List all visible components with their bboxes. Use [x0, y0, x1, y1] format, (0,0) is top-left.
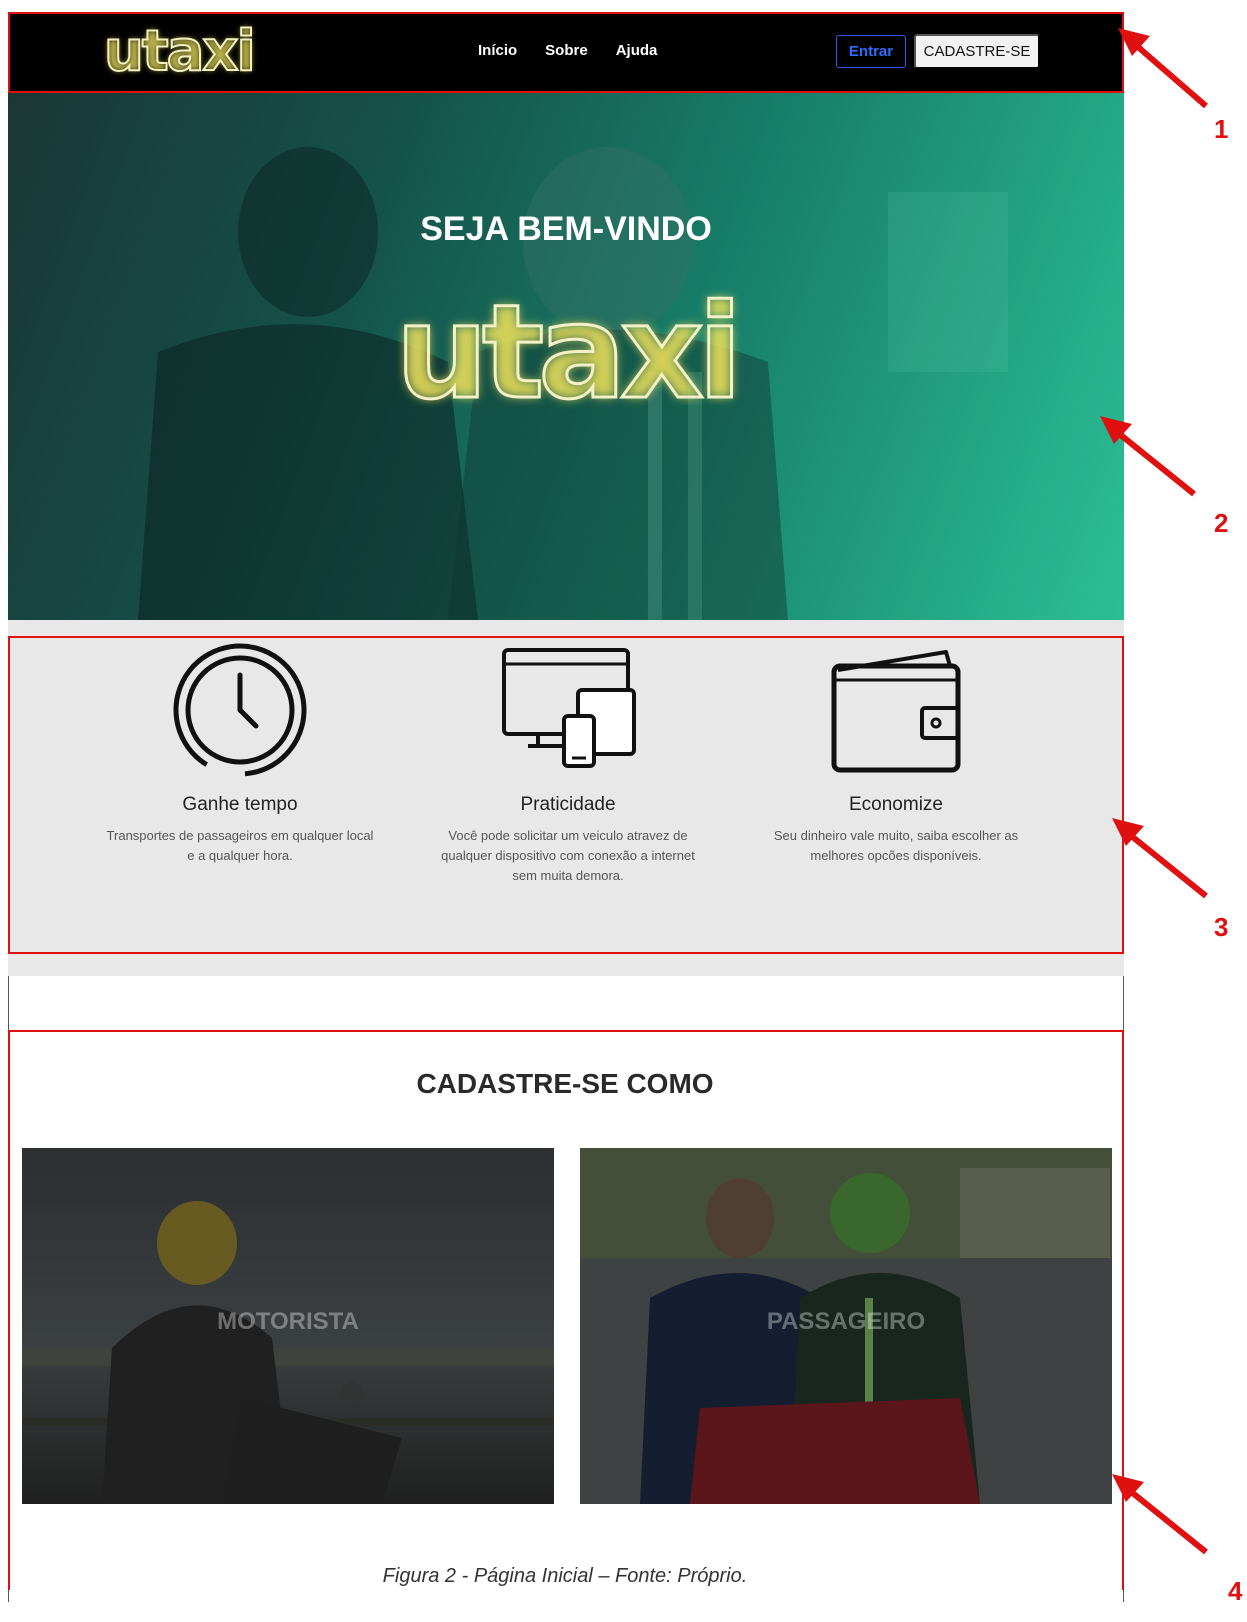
figure-caption: Figura 2 - Página Inicial – Fonte: Própr…: [382, 1565, 748, 1587]
hero-subtitle: SEJA BEM-VINDO: [420, 210, 712, 248]
annotation-number-1: 1: [1214, 114, 1229, 144]
annotation-number-2: 2: [1214, 508, 1229, 538]
annotation-box-4: [8, 1030, 1124, 1590]
annotation-number-3: 3: [1214, 912, 1229, 942]
annotation-number-4: 4: [1228, 1576, 1243, 1606]
hero-logo: utaxi: [394, 276, 744, 428]
annotation-box-3: [8, 636, 1124, 954]
hero-banner: SEJA BEM-VINDO utaxi: [8, 92, 1124, 620]
annotation-box-1: [8, 12, 1124, 93]
